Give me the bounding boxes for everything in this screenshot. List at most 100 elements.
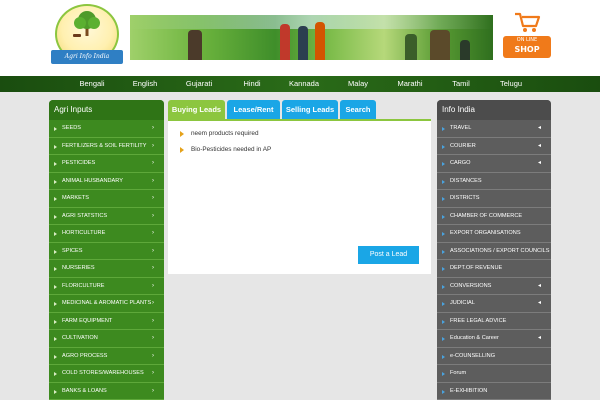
menu-item[interactable]: CHAMBER OF COMMERCE bbox=[437, 207, 551, 225]
chevron-right-icon: › bbox=[152, 177, 154, 184]
menu-item[interactable]: CULTIVATION › bbox=[49, 330, 164, 348]
menu-item[interactable]: COURIER ◂ bbox=[437, 137, 551, 155]
panel-title: Agri Inputs bbox=[49, 100, 164, 120]
chevron-left-icon: ◂ bbox=[537, 160, 541, 166]
lead-link[interactable]: neem products required bbox=[180, 128, 259, 140]
shop-label: ON LINE SHOP bbox=[503, 36, 551, 58]
chevron-right-icon: › bbox=[152, 370, 154, 376]
menu-item[interactable]: AGRI STATSTICS › bbox=[49, 207, 164, 225]
post-lead-button[interactable]: Post a Lead bbox=[358, 246, 419, 264]
online-shop-button[interactable]: ON LINE SHOP bbox=[503, 10, 551, 58]
menu-item-label: COURIER bbox=[450, 142, 476, 149]
menu-item-label: DISTANCES bbox=[450, 177, 482, 184]
menu-item-label: Education & Career bbox=[450, 335, 499, 341]
tab-selling-leads[interactable]: Selling Leads bbox=[282, 100, 338, 119]
menu-item[interactable]: DISTRICTS bbox=[437, 190, 551, 208]
menu-item[interactable]: HORTICULTURE › bbox=[49, 225, 164, 243]
menu-item[interactable]: ASSOCIATIONS / EXPORT COUNCILS bbox=[437, 242, 551, 260]
bullet-icon bbox=[54, 232, 57, 236]
language-link[interactable]: Bengali bbox=[79, 76, 104, 92]
menu-item-label: CULTIVATION bbox=[62, 335, 98, 341]
language-link[interactable]: Marathi bbox=[397, 76, 422, 92]
menu-item[interactable]: e-COUNSELLING bbox=[437, 347, 551, 365]
chevron-left-icon: ◂ bbox=[537, 335, 541, 341]
bullet-icon bbox=[54, 179, 57, 184]
tab-buying-leads[interactable]: Buying Leads bbox=[168, 100, 225, 119]
chevron-left-icon: ◂ bbox=[537, 282, 541, 289]
bullet-icon bbox=[442, 337, 445, 341]
menu-item[interactable]: SEEDS › bbox=[49, 120, 164, 138]
lead-link[interactable]: Bio-Pesticides needed in AP bbox=[180, 144, 271, 156]
language-link[interactable]: Gujarati bbox=[186, 76, 212, 92]
tab-search[interactable]: Search bbox=[340, 100, 376, 119]
bullet-icon bbox=[54, 372, 57, 376]
menu-item[interactable]: PESTICIDES › bbox=[49, 155, 164, 173]
info-india-menu: TRAVEL ◂ COURIER ◂ CARGO ◂ DISTANCES DISTRICTS C… bbox=[437, 120, 551, 400]
bullet-icon bbox=[442, 232, 445, 236]
menu-item[interactable]: CONVERSIONS ◂ bbox=[437, 277, 551, 295]
bullet-icon bbox=[442, 127, 445, 131]
menu-item[interactable]: CARGO ◂ bbox=[437, 155, 551, 173]
chevron-right-icon: › bbox=[152, 212, 154, 219]
language-link[interactable]: Telugu bbox=[500, 76, 522, 92]
menu-item[interactable]: MARKETS › bbox=[49, 190, 164, 208]
menu-item[interactable]: FLORICULTURE › bbox=[49, 277, 164, 295]
chevron-right-icon: › bbox=[152, 125, 154, 131]
bullet-arrow-icon bbox=[180, 131, 184, 137]
menu-item-label: AGRI STATSTICS bbox=[62, 212, 108, 219]
menu-item[interactable]: E-EXHIBITION bbox=[437, 382, 551, 400]
bullet-icon bbox=[442, 389, 445, 394]
bullet-icon bbox=[54, 337, 57, 341]
menu-item[interactable]: BANKS & LOANS › bbox=[49, 382, 164, 400]
menu-item-label: JUDICIAL bbox=[450, 300, 475, 306]
menu-item[interactable]: FARM EQUIPMENT › bbox=[49, 312, 164, 330]
menu-item-label: COLD STORES/WAREHOUSES bbox=[62, 370, 144, 376]
chevron-right-icon: › bbox=[152, 282, 154, 289]
menu-item[interactable]: MEDICINAL & AROMATIC PLANTS › bbox=[49, 295, 164, 313]
tab-lease-rent[interactable]: Lease/Rent bbox=[227, 100, 280, 119]
menu-item[interactable]: AGRO PROCESS › bbox=[49, 347, 164, 365]
menu-item[interactable]: FERTILIZERS & SOIL FERTILITY › bbox=[49, 137, 164, 155]
menu-item[interactable]: Forum bbox=[437, 365, 551, 383]
language-link[interactable]: Kannada bbox=[289, 76, 319, 92]
chevron-right-icon: › bbox=[152, 352, 154, 359]
bullet-icon bbox=[54, 249, 57, 254]
menu-item-label: CARGO bbox=[450, 160, 471, 166]
bullet-icon bbox=[54, 197, 57, 201]
menu-item[interactable]: DISTANCES bbox=[437, 172, 551, 190]
menu-item-label: EXPORT ORGANISATIONS bbox=[450, 230, 521, 236]
menu-item-label: Forum bbox=[450, 370, 467, 376]
menu-item-label: e-COUNSELLING bbox=[450, 352, 496, 359]
menu-item[interactable]: FREE LEGAL ADVICE bbox=[437, 312, 551, 330]
site-logo[interactable]: Agri Info India bbox=[51, 4, 123, 68]
menu-item[interactable]: EXPORT ORGANISATIONS bbox=[437, 225, 551, 243]
bullet-icon bbox=[442, 179, 445, 184]
menu-item[interactable]: JUDICIAL ◂ bbox=[437, 295, 551, 313]
language-link[interactable]: Malay bbox=[348, 76, 368, 92]
menu-item[interactable]: DEPT.OF REVENUE bbox=[437, 260, 551, 278]
chevron-left-icon: ◂ bbox=[537, 142, 541, 149]
menu-item-label: SPICES bbox=[62, 247, 83, 254]
chevron-right-icon: › bbox=[152, 142, 154, 149]
menu-item-label: CHAMBER OF COMMERCE bbox=[450, 212, 523, 219]
language-link[interactable]: Tamil bbox=[452, 76, 470, 92]
language-link[interactable]: Hindi bbox=[243, 76, 260, 92]
menu-item-label: FLORICULTURE bbox=[62, 282, 105, 289]
chevron-right-icon: › bbox=[152, 335, 154, 341]
menu-item[interactable]: NURSERIES › bbox=[49, 260, 164, 278]
bullet-icon bbox=[442, 144, 445, 149]
chevron-right-icon: › bbox=[152, 195, 154, 201]
language-bar: Bengali English Gujarati Hindi Kannada M… bbox=[0, 76, 600, 92]
tree-icon bbox=[73, 11, 100, 37]
bullet-icon bbox=[442, 214, 445, 219]
menu-item-label: DISTRICTS bbox=[450, 195, 480, 201]
language-link[interactable]: English bbox=[133, 76, 158, 92]
menu-item-label: MEDICINAL & AROMATIC PLANTS bbox=[62, 300, 152, 306]
menu-item-label: ASSOCIATIONS / EXPORT COUNCILS bbox=[450, 247, 550, 254]
menu-item[interactable]: TRAVEL ◂ bbox=[437, 120, 551, 138]
bullet-icon bbox=[54, 354, 57, 359]
menu-item[interactable]: ANIMAL HUSBANDARY › bbox=[49, 172, 164, 190]
menu-item[interactable]: Education & Career ◂ bbox=[437, 330, 551, 348]
menu-item[interactable]: COLD STORES/WAREHOUSES › bbox=[49, 365, 164, 383]
menu-item[interactable]: SPICES › bbox=[49, 242, 164, 260]
